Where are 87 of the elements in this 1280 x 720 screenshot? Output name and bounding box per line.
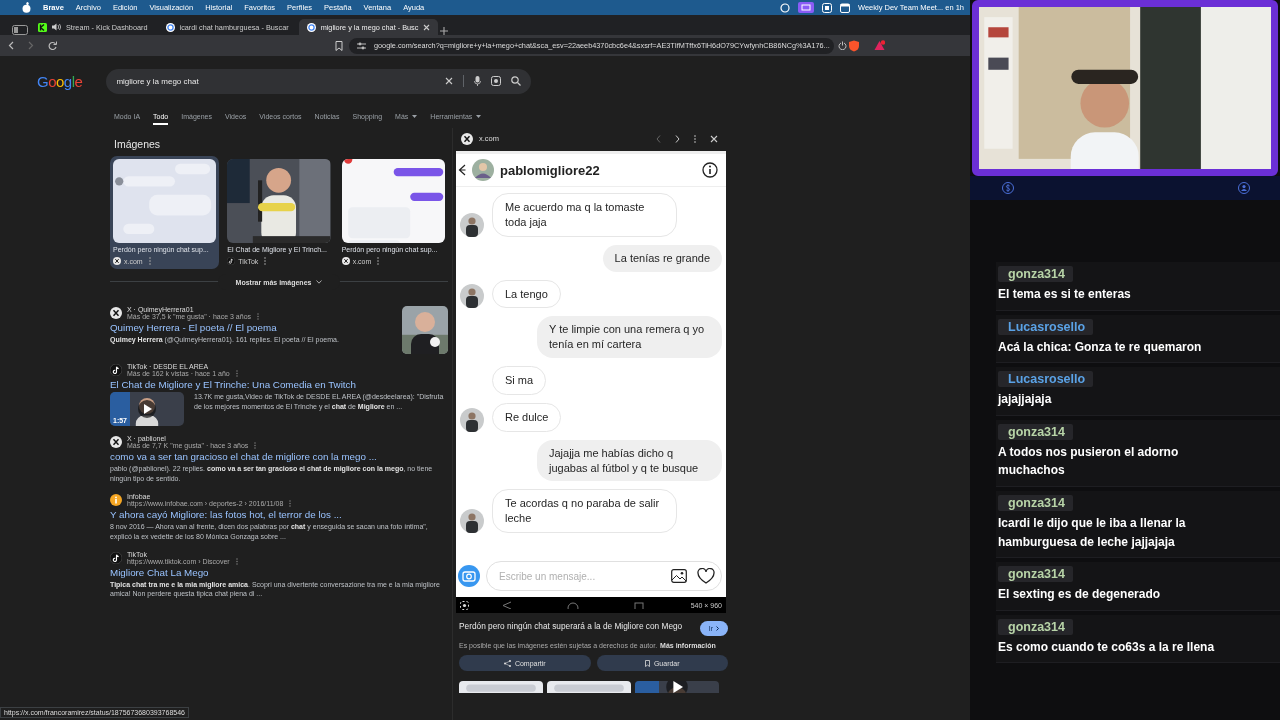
dollar-icon: [1002, 182, 1014, 194]
search-icon[interactable]: [511, 76, 522, 86]
more-icon[interactable]: [235, 370, 238, 378]
close-icon[interactable]: [710, 134, 718, 143]
result-link[interactable]: Migliore Chat La Mego: [110, 566, 448, 578]
apple-icon[interactable]: [22, 2, 31, 13]
chat-text: Acá la chica: Gonza te re quemaron: [998, 338, 1202, 356]
x-logo-icon: [461, 132, 473, 145]
search-field[interactable]: migliore y la mego chat: [106, 68, 532, 94]
chat-text: jajajjajaja: [998, 391, 1052, 409]
result-link[interactable]: como va a ser tan gracioso el chat de migliore con la mego ...: [110, 451, 448, 463]
note-icon: [110, 364, 122, 377]
google-logo[interactable]: Google: [37, 72, 83, 90]
message-bubble: Si ma: [492, 366, 547, 395]
triangle-icon[interactable]: [874, 40, 885, 51]
result-link[interactable]: Y ahora cayó Migliore: las fotos hot, el terror de los ...: [110, 509, 448, 520]
chat-text: Es como cuando te co63s a la re llena: [998, 638, 1215, 656]
more-icon[interactable]: [235, 557, 238, 565]
chevron-icon: [716, 626, 719, 631]
share-icon: [503, 659, 511, 667]
caret-icon: [476, 114, 482, 118]
camera-icon[interactable]: [491, 76, 502, 86]
message-bubble: La tenías re grande: [602, 244, 722, 272]
chat-username: gonza314: [998, 618, 1073, 635]
x-logo-icon: [110, 307, 122, 320]
speaker-icon[interactable]: [52, 23, 61, 31]
chat-text: A todos nos pusieron el adorno muchachos: [998, 443, 1180, 480]
image-caption: Perdón pero ningún chat superará a la de Migliore con Mego: [459, 621, 684, 633]
section-heading: Imágenes: [114, 138, 162, 150]
chat-username: gonza314: [998, 266, 1073, 282]
site-settings-icon[interactable]: [357, 41, 366, 50]
message-bubble: Re dulce: [492, 402, 562, 432]
x-logo-icon: [110, 436, 122, 449]
power-icon[interactable]: [837, 41, 847, 50]
close-icon[interactable]: [423, 23, 431, 31]
previous-icon[interactable]: [656, 134, 661, 143]
more-icon[interactable]: [257, 313, 260, 321]
message-bubble: La tengo: [492, 279, 561, 309]
result-link[interactable]: El Chat de Migliore y El Trinche: Una Comedia en Twitch: [110, 379, 448, 391]
chat-username: Lucasrosello: [998, 371, 1094, 388]
bookmark-icon[interactable]: [335, 40, 343, 51]
new-tab-icon[interactable]: [440, 27, 449, 35]
bookmark-icon: [644, 659, 650, 667]
chat-text: El sexting es de degenerado: [998, 586, 1161, 604]
microphone-icon[interactable]: [474, 76, 482, 86]
calendar-icon[interactable]: [839, 2, 850, 13]
x-logo-icon: [113, 257, 121, 266]
back-icon[interactable]: [8, 41, 14, 50]
screen-icon[interactable]: [797, 2, 814, 13]
info-circle-icon: [110, 494, 122, 506]
chevron-icon: [316, 280, 323, 285]
favicon-icon: [38, 22, 47, 32]
favicon-icon: [306, 22, 316, 32]
username[interactable]: pablomigliore22: [500, 162, 600, 178]
lens-icon[interactable]: [460, 600, 469, 610]
back-arrow-icon[interactable]: [458, 164, 466, 176]
caret-icon: [412, 114, 418, 118]
message-bubble: Me acuerdo ma q la tomaste toda jaja: [492, 193, 677, 237]
x-logo-icon: [341, 257, 350, 266]
image-icon[interactable]: [671, 569, 687, 583]
status-icon[interactable]: [779, 2, 790, 13]
reload-icon[interactable]: [48, 41, 57, 50]
chat-username: gonza314: [998, 494, 1073, 511]
message-bubble: Y te limpie con una remera q yo tenía en mí cartera: [537, 316, 722, 359]
result-link[interactable]: Quimey Herrera - El poeta // El poema: [110, 322, 394, 334]
chat-username: gonza314: [998, 566, 1073, 583]
note-icon: [110, 551, 122, 564]
chat-username: Lucasrosello: [998, 318, 1094, 335]
info-icon[interactable]: [702, 162, 718, 178]
favicon-icon: [165, 22, 175, 32]
avatar-icon: [472, 159, 494, 181]
lion-shield-icon[interactable]: [848, 39, 860, 52]
clear-icon[interactable]: [445, 77, 454, 85]
more-icon[interactable]: [254, 442, 257, 450]
more-icon[interactable]: [289, 500, 292, 507]
person-icon: [1238, 182, 1250, 194]
chat-username: gonza314: [998, 423, 1073, 440]
window-icon[interactable]: [821, 2, 832, 13]
search-input[interactable]: migliore y la mego chat: [116, 76, 436, 86]
message-bubble: Te acordas q no paraba de salir leche: [492, 489, 677, 534]
heart-icon[interactable]: [697, 568, 715, 584]
note-icon: [227, 257, 236, 266]
chat-text: Icardi le dijo que le iba a llenar la hamburguesa de leche jajjajaja: [998, 514, 1187, 551]
sidebar-icon[interactable]: [12, 25, 28, 35]
chat-text: El tema es si te enteras: [998, 286, 1131, 303]
message-bubble: Jajajja me habías dicho q jugabas al fútbol y q te busque: [537, 439, 722, 482]
next-icon[interactable]: [675, 134, 680, 143]
